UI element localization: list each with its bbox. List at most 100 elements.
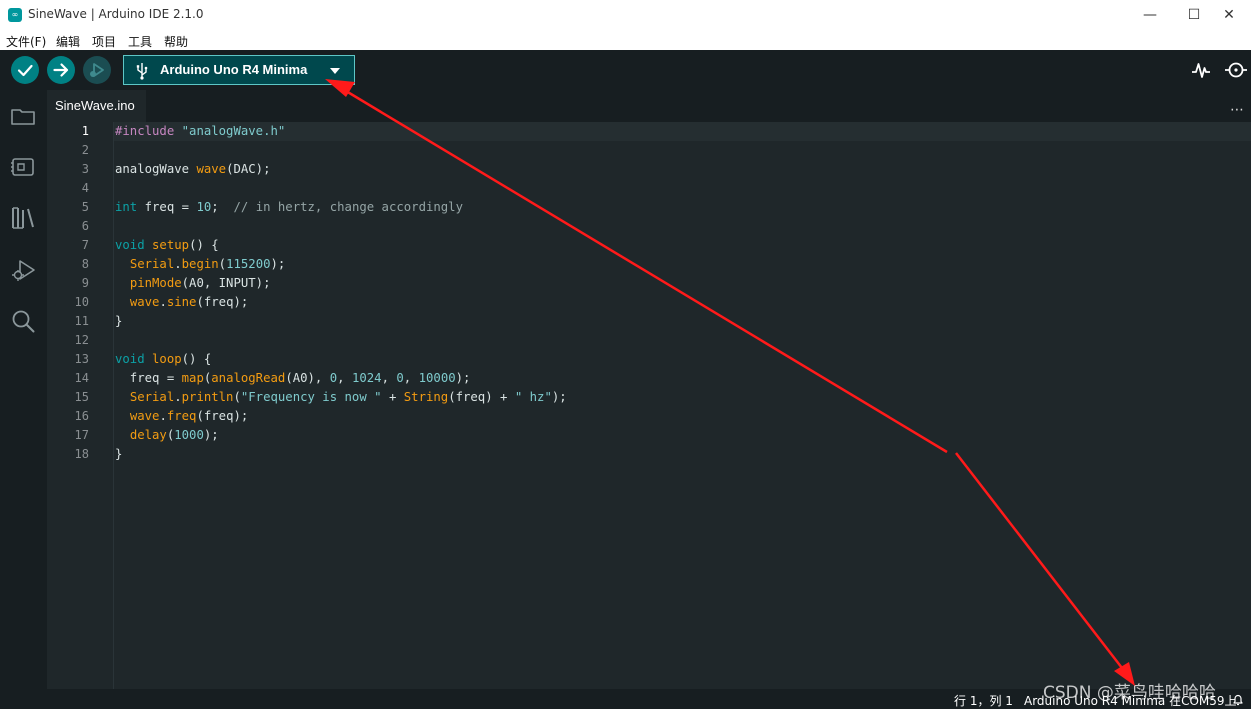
code-token: int — [115, 200, 138, 214]
code-token: } — [115, 314, 123, 328]
more-options-icon[interactable]: ⋯ — [1230, 102, 1245, 118]
code-token: " hz" — [514, 390, 552, 404]
code-token: "Frequency is now " — [240, 390, 382, 404]
code-line[interactable]: pinMode(A0, INPUT); — [115, 274, 271, 293]
code-line[interactable]: void loop() { — [115, 350, 211, 369]
code-token: (freq) + — [448, 390, 515, 404]
minimize-button[interactable]: — — [1128, 0, 1172, 30]
code-token: setup — [152, 238, 190, 252]
csdn-watermark: CSDN @菜鸟哇哈哈哈 — [1043, 683, 1216, 703]
code-token: ); — [455, 371, 471, 385]
code-token: begin — [181, 257, 219, 271]
menu-file[interactable]: 文件(F) — [6, 33, 46, 50]
board-name: Arduino Uno R4 Minima — [160, 62, 308, 77]
code-token: wave — [129, 409, 160, 423]
code-token: 115200 — [226, 257, 271, 271]
code-line[interactable]: int freq = 10; // in hertz, change accor… — [115, 198, 463, 217]
debug-icon[interactable] — [9, 256, 37, 284]
code-token: Serial — [129, 257, 175, 271]
code-line[interactable]: Serial.println("Frequency is now " + Str… — [115, 388, 567, 407]
code-token: . — [174, 390, 182, 404]
chevron-down-icon — [330, 68, 340, 74]
code-token: String — [403, 390, 449, 404]
code-token: map — [181, 371, 204, 385]
line-number: 4 — [81, 181, 89, 195]
menu-sketch[interactable]: 项目 — [92, 33, 116, 50]
code-line[interactable]: delay(1000); — [115, 426, 219, 445]
tab-sinewave-ino[interactable]: SineWave.ino — [47, 90, 146, 122]
code-token: . — [159, 409, 167, 423]
menu-tools[interactable]: 工具 — [128, 33, 152, 50]
code-token: "analogWave.h" — [181, 124, 286, 138]
board-manager-icon[interactable] — [9, 153, 37, 181]
code-token: pinMode — [129, 276, 182, 290]
code-token: (DAC); — [226, 162, 271, 176]
menu-help[interactable]: 帮助 — [164, 33, 188, 50]
code-editor[interactable]: 1 2 3 4 5 6 7 8 9 10 11 12 13 14 15 16 17 18 #include "an… — [47, 122, 1251, 689]
code-line[interactable]: analogWave wave(DAC); — [115, 160, 270, 179]
code-token: loop — [152, 352, 182, 366]
line-number: 7 — [81, 238, 89, 252]
cursor-position[interactable]: 行 1，列 1 — [954, 692, 1013, 709]
verify-button[interactable] — [11, 56, 39, 84]
code-token: // in hertz, change accordingly — [233, 200, 463, 214]
line-number: 16 — [74, 409, 89, 423]
code-token: () { — [189, 238, 219, 252]
debug-button[interactable] — [83, 56, 111, 84]
code-token: Serial — [129, 390, 175, 404]
line-number-gutter: 1 2 3 4 5 6 7 8 9 10 11 12 13 14 15 16 17 18 — [47, 122, 114, 689]
usb-icon — [136, 63, 148, 80]
code-token: ; — [211, 200, 234, 214]
serial-monitor-icon[interactable] — [1224, 59, 1248, 81]
code-line[interactable]: freq = map(analogRead(A0), 0, 1024, 0, 1… — [115, 369, 471, 388]
line-number: 8 — [81, 257, 89, 271]
plotter-icon[interactable] — [1190, 59, 1212, 81]
code-line[interactable]: wave.sine(freq); — [115, 293, 248, 312]
code-token: analogWave — [115, 162, 197, 176]
arduino-ide-window: ∞ SineWave | Arduino IDE 2.1.0 — ☐ ✕ 文件(… — [0, 0, 1251, 709]
line-number: 18 — [74, 447, 89, 461]
check-icon — [17, 64, 33, 77]
code-token: 1000 — [174, 428, 204, 442]
code-token: 10 — [196, 200, 212, 214]
code-token: analogRead — [211, 371, 286, 385]
code-line[interactable]: } — [115, 312, 122, 331]
code-token: (freq); — [196, 295, 249, 309]
folder-icon[interactable] — [9, 102, 37, 130]
search-icon[interactable] — [9, 307, 37, 335]
line-number: 2 — [81, 143, 89, 157]
code-token: ); — [203, 428, 219, 442]
line-number: 3 — [81, 162, 89, 176]
code-token: ( — [233, 390, 241, 404]
code-line[interactable]: wave.freq(freq); — [115, 407, 248, 426]
close-button[interactable]: ✕ — [1207, 0, 1251, 30]
bell-icon[interactable] — [1232, 693, 1244, 706]
debug-icon — [90, 63, 104, 77]
code-token: , — [403, 371, 419, 385]
code-token: } — [115, 447, 123, 461]
code-token: (A0, INPUT); — [181, 276, 271, 290]
code-token: freq = — [115, 371, 182, 385]
code-line[interactable]: void setup() { — [115, 236, 219, 255]
code-token: ); — [551, 390, 567, 404]
upload-button[interactable] — [47, 56, 75, 84]
code-token: ( — [218, 257, 227, 271]
code-token: println — [181, 390, 234, 404]
library-icon[interactable] — [9, 204, 37, 232]
menu-bar: 文件(F) 编辑 项目 工具 帮助 — [0, 30, 1251, 50]
code-line[interactable]: } — [115, 445, 122, 464]
code-line[interactable]: #include "analogWave.h" — [115, 122, 285, 141]
code-token: delay — [129, 428, 167, 442]
code-token: () { — [181, 352, 212, 366]
line-number: 15 — [74, 390, 89, 404]
board-selector[interactable]: Arduino Uno R4 Minima — [123, 55, 355, 85]
code-token: 0 — [396, 371, 404, 385]
menu-edit[interactable]: 编辑 — [56, 33, 80, 50]
code-line[interactable]: Serial.begin(115200); — [115, 255, 286, 274]
